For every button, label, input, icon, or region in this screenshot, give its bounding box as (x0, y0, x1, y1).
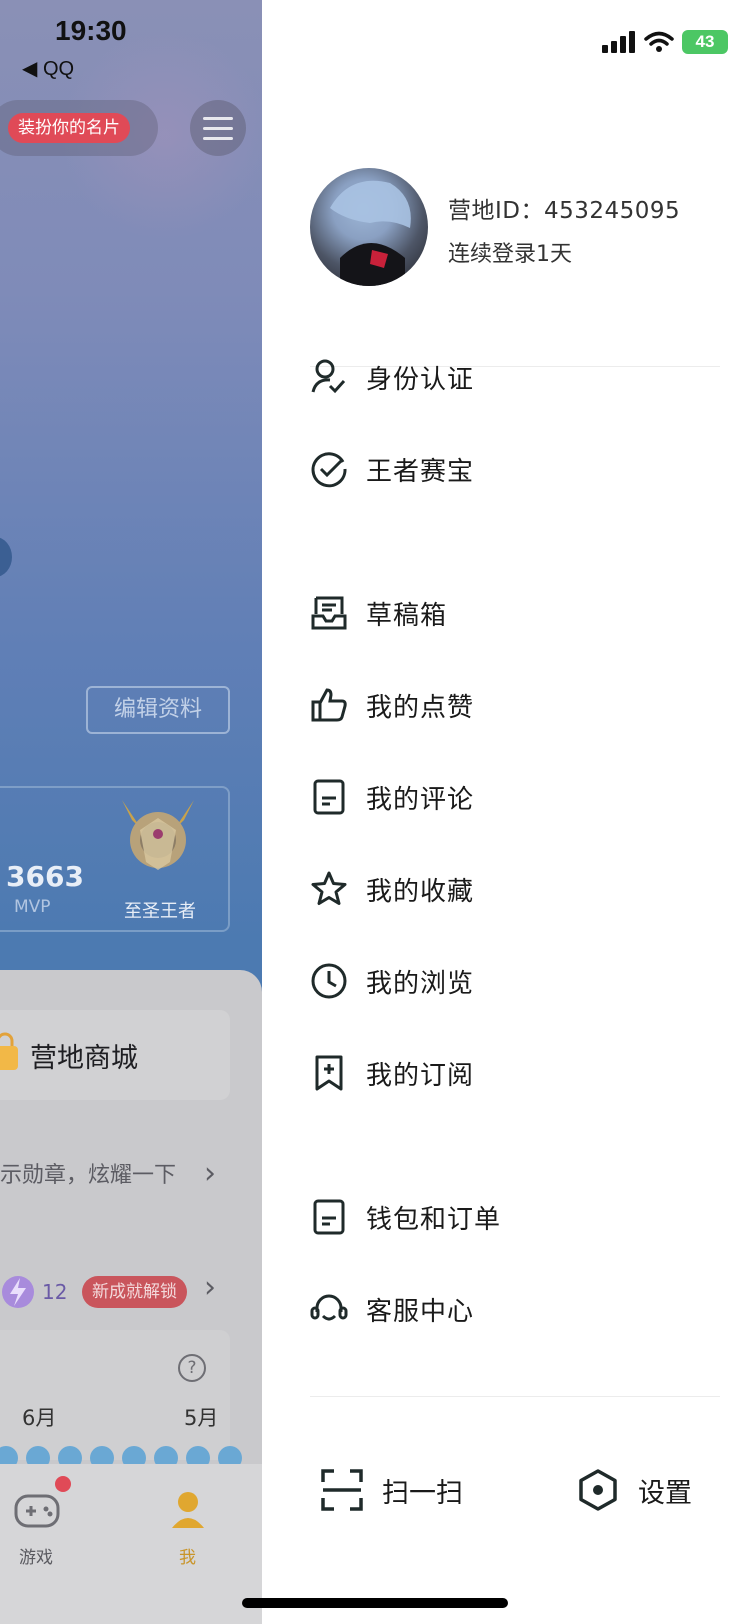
wallet-doc-icon (313, 1199, 345, 1235)
menu-item-identity[interactable]: 身份认证 (310, 352, 474, 402)
menu-item-customer-service[interactable]: 客服中心 (310, 1284, 474, 1334)
menu-label: 我的收藏 (366, 876, 475, 907)
menu-label: 身份认证 (366, 364, 475, 395)
mvp-label: MVP (14, 897, 51, 917)
login-streak: 连续登录1天 (448, 242, 572, 267)
menu-bar (203, 126, 233, 130)
rank-emblem-icon (122, 800, 194, 870)
home-indicator[interactable] (242, 1598, 508, 1608)
thumbs-up-icon (311, 688, 347, 722)
signal-icon (602, 31, 635, 53)
calendar-card (0, 1330, 230, 1460)
draft-box-icon (311, 596, 347, 630)
decorate-card-badge[interactable]: 装扮你的名片 (8, 113, 130, 143)
settings-button[interactable]: 设置 (576, 1468, 692, 1512)
person-icon[interactable] (170, 1490, 206, 1530)
menu-label: 我的评论 (366, 784, 475, 815)
menu-item-likes[interactable]: 我的点赞 (310, 680, 474, 730)
status-time: 19:30 (55, 15, 127, 46)
bookmark-plus-icon (315, 1055, 343, 1091)
edit-profile-button[interactable]: 编辑资料 (86, 686, 230, 734)
shop-label[interactable]: 营地商城 (30, 1036, 138, 1075)
rank-label: 至圣王者 (124, 901, 196, 922)
help-icon[interactable]: ? (178, 1354, 206, 1382)
menu-bar (203, 116, 233, 120)
avatar-image (330, 180, 411, 286)
scan-label: 扫一扫 (382, 1477, 463, 1509)
check-circle-icon (311, 452, 347, 488)
side-drawer: 43 营地ID：453245095 连续登录1天 身份认证 王者赛宝 草稿箱 我… (262, 0, 750, 1624)
bottom-actions: 扫一扫 设置 (262, 1460, 750, 1526)
menu-label: 我的订阅 (366, 1060, 475, 1091)
profile-side-knob[interactable] (0, 537, 12, 577)
menu-label: 客服中心 (366, 1296, 475, 1327)
menu-item-sai-bao[interactable]: 王者赛宝 (310, 444, 474, 494)
avatar[interactable] (310, 168, 428, 286)
settings-label: 设置 (638, 1477, 692, 1509)
achievement-icon (2, 1276, 34, 1308)
menu-bar (203, 136, 233, 140)
menu-item-history[interactable]: 我的浏览 (310, 956, 474, 1006)
battery-indicator: 43 (682, 30, 728, 54)
scan-button[interactable]: 扫一扫 (320, 1468, 463, 1512)
achievement-count: 12 (42, 1280, 68, 1304)
wifi-icon (644, 31, 674, 52)
status-icons: 43 (602, 30, 728, 54)
back-to-app-link[interactable]: ◀ QQ (22, 56, 74, 81)
identity-icon (311, 359, 346, 394)
medal-prompt[interactable]: 示勋章，炫耀一下 (0, 1157, 176, 1189)
hamburger-menu-button[interactable] (190, 100, 246, 156)
menu-item-comments[interactable]: 我的评论 (310, 772, 474, 822)
menu-label: 钱包和订单 (366, 1204, 502, 1235)
notification-dot (55, 1476, 71, 1492)
tab-game-label[interactable]: 游戏 (19, 1543, 53, 1568)
menu-item-favorites[interactable]: 我的收藏 (310, 864, 474, 914)
menu-label: 我的浏览 (366, 968, 475, 999)
mvp-count: 3663 (6, 860, 84, 893)
menu-item-wallet-orders[interactable]: 钱包和订单 (310, 1192, 501, 1242)
month-label: 5月 (184, 1406, 219, 1430)
camp-id: 营地ID：453245095 (448, 198, 681, 224)
menu-label: 王者赛宝 (366, 456, 475, 487)
gamepad-icon[interactable] (14, 1492, 60, 1530)
month-label: 6月 (22, 1406, 57, 1430)
comment-doc-icon (313, 779, 345, 815)
headset-icon (310, 1294, 348, 1321)
clock-icon (311, 963, 347, 999)
scan-icon (321, 1469, 363, 1511)
chevron-right-icon[interactable]: › (204, 1156, 216, 1191)
shop-bag-icon (0, 1032, 18, 1070)
background-profile-page: 19:30 ◀ QQ 装扮你的名片 编辑资料 3663 MVP 至圣王者 营地商… (0, 0, 262, 1624)
tab-me-label[interactable]: 我 (179, 1543, 196, 1568)
star-icon (311, 871, 347, 905)
chevron-right-icon[interactable]: › (204, 1270, 216, 1305)
menu-item-subscriptions[interactable]: 我的订阅 (310, 1048, 474, 1098)
menu-label: 草稿箱 (366, 600, 448, 631)
achievement-badge[interactable]: 新成就解锁 (82, 1276, 187, 1308)
menu-item-drafts[interactable]: 草稿箱 (310, 588, 447, 638)
settings-hex-icon (579, 1469, 617, 1511)
divider (310, 1396, 720, 1397)
menu-label: 我的点赞 (366, 692, 475, 723)
